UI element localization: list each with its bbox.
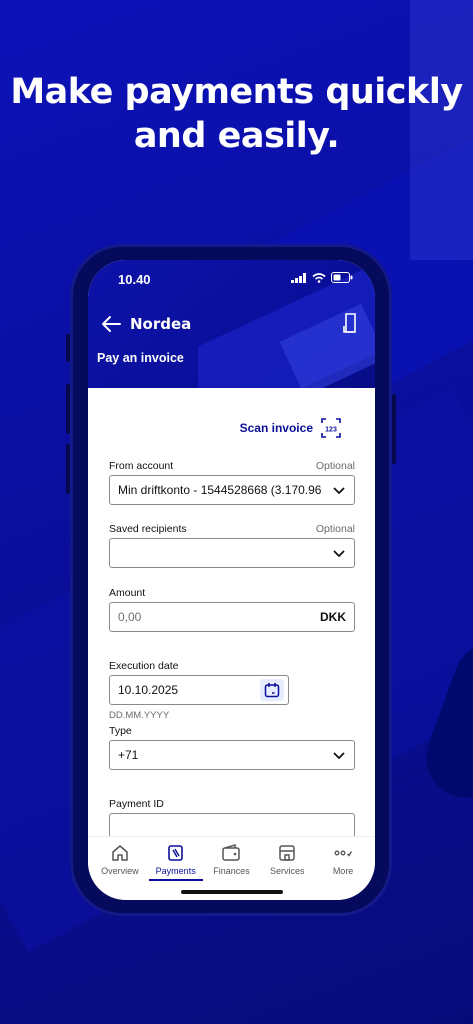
scan-icon: 123 <box>321 418 341 438</box>
chevron-down-icon <box>333 550 345 558</box>
from-account-label-row: From account Optional <box>109 460 355 472</box>
status-time: 10.40 <box>118 272 151 287</box>
nav-row: Nordea <box>100 312 363 336</box>
document-icon[interactable] <box>341 312 361 334</box>
amount-currency: DKK <box>320 610 346 624</box>
saved-recipients-label-row: Saved recipients Optional <box>109 523 355 535</box>
execution-date-input[interactable]: 10.10.2025 <box>109 675 289 705</box>
phone-frame: 10.40 Nordea Pay an invoice Scan invoice… <box>66 244 396 916</box>
nordea-logo: Nordea <box>130 315 192 333</box>
scan-invoice-button[interactable]: Scan invoice 123 <box>240 418 341 438</box>
type-select[interactable]: +71 <box>109 740 355 770</box>
from-account-value: Min driftkonto - 1544528668 (3.170.96 <box>118 483 322 497</box>
execution-date-label-row: Execution date <box>109 660 355 672</box>
home-indicator[interactable] <box>181 890 283 894</box>
amount-placeholder: 0,00 <box>118 610 142 624</box>
from-account-label: From account <box>109 460 174 472</box>
signal-icon <box>291 272 306 283</box>
date-format-hint: DD.MM.YYYY <box>109 710 170 721</box>
from-account-select[interactable]: Min driftkonto - 1544528668 (3.170.96 <box>109 475 355 505</box>
tab-more[interactable]: More <box>316 837 370 900</box>
type-label: Type <box>109 725 132 737</box>
wallet-icon <box>222 843 241 861</box>
calendar-icon <box>264 683 280 698</box>
execution-date-label: Execution date <box>109 660 179 672</box>
payment-id-label: Payment ID <box>109 798 164 810</box>
chevron-down-icon <box>333 752 345 760</box>
amount-input[interactable]: 0,00 DKK <box>109 602 355 632</box>
more-icon <box>334 850 353 857</box>
from-account-optional: Optional <box>315 460 355 472</box>
execution-date-value: 10.10.2025 <box>118 683 179 697</box>
svg-text:123: 123 <box>325 427 337 434</box>
type-label-row: Type <box>109 725 355 737</box>
saved-recipients-select[interactable] <box>109 538 355 568</box>
payments-icon <box>167 845 183 861</box>
calendar-button[interactable] <box>260 679 284 701</box>
tab-services-label: Services <box>270 866 305 876</box>
app-screen: 10.40 Nordea Pay an invoice Scan invoice… <box>88 260 375 900</box>
tab-payments-label: Payments <box>155 866 196 876</box>
back-arrow-icon[interactable] <box>100 314 122 334</box>
amount-label: Amount <box>109 587 146 599</box>
wifi-icon <box>312 272 326 283</box>
promo-headline: Make payments quickly and easily. <box>0 70 473 158</box>
tab-overview[interactable]: Overview <box>93 837 147 900</box>
type-value: +71 <box>118 748 139 762</box>
status-icons <box>291 272 353 283</box>
headline-line-1: Make payments quickly <box>10 72 463 112</box>
saved-recipients-label: Saved recipients <box>109 523 187 535</box>
amount-label-row: Amount <box>109 587 355 599</box>
page-title: Pay an invoice <box>97 351 184 365</box>
payment-id-label-row: Payment ID <box>109 798 355 810</box>
chevron-down-icon <box>333 487 345 495</box>
tab-finances-label: Finances <box>213 866 250 876</box>
services-icon <box>279 845 296 861</box>
saved-recipients-optional: Optional <box>315 523 355 535</box>
tab-more-label: More <box>332 866 354 876</box>
home-icon <box>112 845 128 861</box>
battery-icon <box>331 272 353 283</box>
headline-line-2: and easily. <box>133 116 340 156</box>
tab-overview-label: Overview <box>101 866 139 876</box>
active-tab-indicator <box>148 879 203 881</box>
scan-invoice-label: Scan invoice <box>239 421 313 435</box>
